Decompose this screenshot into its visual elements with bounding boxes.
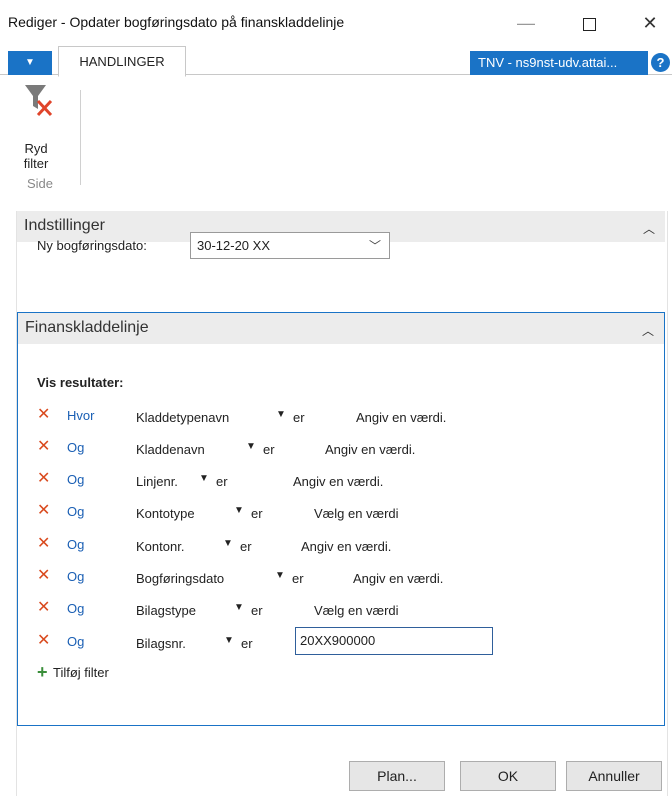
remove-filter-icon[interactable]: ✕: [37, 470, 50, 488]
filter-conjunction: Og: [67, 634, 85, 649]
filter-operator: er: [293, 410, 305, 425]
filter-field[interactable]: Linjenr.: [136, 474, 178, 489]
chevron-down-icon[interactable]: ﹀: [369, 237, 381, 254]
dropdown-arrow-icon[interactable]: ▼: [223, 538, 233, 549]
close-icon: ✕: [642, 13, 658, 33]
filter-conjunction: Og: [67, 504, 85, 519]
window-title: Rediger - Opdater bogføringsdato på fina…: [8, 14, 345, 30]
close-button[interactable]: ✕: [630, 8, 670, 38]
filter-value[interactable]: Angiv en værdi.: [301, 539, 391, 554]
filter-conjunction: Og: [67, 601, 85, 616]
title-bar: Rediger - Opdater bogføringsdato på fina…: [0, 0, 672, 44]
filter-conjunction: Hvor: [67, 408, 95, 423]
filter-conjunction: Og: [67, 537, 85, 552]
filter-value[interactable]: Angiv en værdi.: [356, 410, 446, 425]
journal-line-header[interactable]: Finanskladdelinje ︿: [18, 313, 664, 344]
dropdown-arrow-icon[interactable]: ▼: [224, 635, 234, 646]
filter-value[interactable]: Angiv en værdi.: [353, 571, 443, 586]
chevron-up-icon[interactable]: ︿: [642, 322, 654, 339]
cancel-button[interactable]: Annuller: [566, 761, 662, 791]
dropdown-arrow-icon[interactable]: ▼: [246, 441, 256, 452]
filter-field[interactable]: Kontotype: [136, 506, 195, 521]
dropdown-arrow-icon[interactable]: ▼: [199, 473, 209, 484]
dropdown-arrow-icon[interactable]: ▼: [234, 602, 244, 613]
filter-field[interactable]: Bogføringsdato: [136, 571, 224, 586]
filter-value[interactable]: Angiv en værdi.: [325, 442, 415, 457]
dropdown-arrow-icon[interactable]: ▼: [275, 570, 285, 581]
filter-row: ✕ Og Kontonr. ▼ er Angiv en værdi.: [37, 535, 637, 557]
filter-row: ✕ Og Kontotype ▼ er Vælg en værdi: [37, 502, 637, 524]
filter-conjunction: Og: [67, 472, 85, 487]
dropdown-arrow-icon[interactable]: ▼: [276, 409, 286, 420]
filter-field[interactable]: Bilagstype: [136, 603, 196, 618]
app-menu-button[interactable]: ▼: [8, 51, 52, 75]
filter-field[interactable]: Bilagsnr.: [136, 636, 186, 651]
chevron-up-icon[interactable]: ︿: [643, 220, 655, 237]
ribbon-divider: [80, 90, 81, 185]
ribbon: Ryd filter Side: [0, 75, 672, 193]
dropdown-arrow-icon[interactable]: ▼: [234, 505, 244, 516]
remove-filter-icon[interactable]: ✕: [37, 567, 50, 585]
minimize-icon: —: [517, 13, 535, 33]
triangle-down-icon: ▼: [25, 57, 35, 68]
remove-filter-icon[interactable]: ✕: [37, 599, 50, 617]
filter-operator: er: [241, 636, 253, 651]
plan-button[interactable]: Plan...: [349, 761, 445, 791]
help-icon[interactable]: ?: [651, 53, 670, 72]
filter-operator: er: [292, 571, 304, 586]
filter-row: ✕ Og Linjenr. ▼ er Angiv en værdi.: [37, 470, 637, 492]
tenant-badge[interactable]: TNV - ns9nst-udv.attai...: [470, 51, 648, 75]
maximize-icon: [582, 17, 596, 31]
remove-filter-icon[interactable]: ✕: [37, 502, 50, 520]
settings-title: Indstillinger: [24, 217, 105, 234]
ribbon-group-label: Side: [26, 176, 54, 191]
filter-operator: er: [263, 442, 275, 457]
add-filter-label: Tilføj filter: [53, 665, 109, 680]
journal-line-title: Finanskladdelinje: [25, 319, 149, 336]
clear-filter-label-line1: Ryd: [24, 141, 48, 156]
remove-filter-icon[interactable]: ✕: [37, 632, 50, 650]
filter-row: ✕ Og Bilagstype ▼ er Vælg en værdi: [37, 599, 637, 621]
ribbon-tab-bar: ▼ HANDLINGER TNV - ns9nst-udv.attai... ?: [0, 44, 672, 77]
filter-field[interactable]: Kladdenavn: [136, 442, 205, 457]
clear-filter-button[interactable]: Ryd filter: [10, 83, 70, 173]
filter-operator: er: [216, 474, 228, 489]
plus-icon: +: [37, 662, 48, 682]
filter-field[interactable]: Kontonr.: [136, 539, 184, 554]
filter-value[interactable]: Vælg en værdi: [314, 603, 399, 618]
remove-filter-icon[interactable]: ✕: [37, 438, 50, 456]
show-results-label: Vis resultater:: [37, 375, 124, 390]
filter-conjunction: Og: [67, 440, 85, 455]
posting-date-label: Ny bogføringsdato:: [37, 238, 147, 253]
minimize-button[interactable]: —: [506, 8, 546, 38]
filter-field[interactable]: Kladdetypenavn: [136, 410, 229, 425]
document-no-input[interactable]: 20XX900000: [295, 627, 493, 655]
ok-button[interactable]: OK: [460, 761, 556, 791]
filter-operator: er: [240, 539, 252, 554]
filter-value[interactable]: Angiv en værdi.: [293, 474, 383, 489]
tab-handlinger[interactable]: HANDLINGER: [58, 46, 186, 77]
filter-operator: er: [251, 506, 263, 521]
remove-filter-icon[interactable]: ✕: [37, 406, 50, 424]
filter-row: ✕ Og Bilagsnr. ▼ er 20XX900000: [37, 627, 637, 655]
clear-filter-label-line2: filter: [23, 156, 49, 171]
filter-value[interactable]: Vælg en værdi: [314, 506, 399, 521]
clear-filter-label: Ryd filter: [10, 141, 62, 171]
maximize-button[interactable]: [569, 8, 609, 38]
posting-date-value: 30-12-20 XX: [197, 238, 270, 253]
filter-operator: er: [251, 603, 263, 618]
clear-filter-icon: [25, 85, 53, 117]
filter-row: ✕ Og Kladdenavn ▼ er Angiv en værdi.: [37, 438, 637, 460]
filter-row: ✕ Hvor Kladdetypenavn ▼ er Angiv en værd…: [37, 406, 637, 428]
filter-conjunction: Og: [67, 569, 85, 584]
remove-filter-icon[interactable]: ✕: [37, 535, 50, 553]
filter-row: ✕ Og Bogføringsdato ▼ er Angiv en værdi.: [37, 567, 637, 589]
posting-date-field[interactable]: 30-12-20 XX ﹀: [190, 232, 390, 259]
